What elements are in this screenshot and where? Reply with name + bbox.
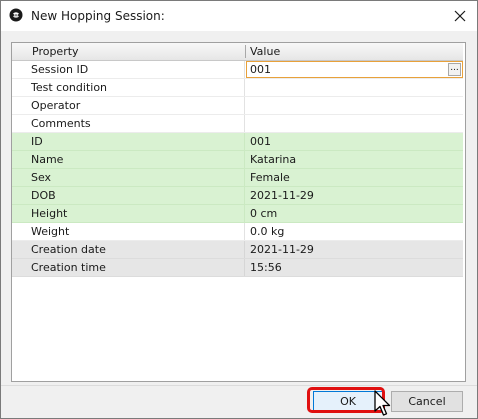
property-name-cell: Creation time bbox=[12, 259, 245, 276]
grid-row[interactable]: Name Katarina bbox=[12, 151, 463, 169]
cancel-button[interactable]: Cancel bbox=[391, 391, 463, 412]
property-value-text: 001 bbox=[250, 63, 271, 76]
property-name-cell: Test condition bbox=[12, 79, 245, 96]
property-name-cell: Height bbox=[12, 205, 245, 222]
property-name-cell: Weight bbox=[12, 223, 245, 240]
property-value-cell[interactable] bbox=[246, 97, 463, 114]
app-logo-icon bbox=[9, 8, 23, 22]
grid-row[interactable]: Session ID 001... bbox=[12, 61, 463, 79]
property-column-header[interactable]: Property bbox=[32, 45, 79, 58]
property-name-cell: DOB bbox=[12, 187, 245, 204]
property-value-cell[interactable] bbox=[246, 115, 463, 132]
ok-button[interactable]: OK bbox=[313, 391, 383, 412]
property-value-cell[interactable]: 0.0 kg bbox=[246, 223, 463, 240]
grid-rows: Session ID 001... Test condition Operator Co… bbox=[12, 61, 463, 277]
grid-row[interactable]: Comments bbox=[12, 115, 463, 133]
property-grid: Property Value Session ID 001... Test cond… bbox=[11, 42, 466, 382]
property-value-cell[interactable]: Katarina bbox=[246, 151, 463, 168]
session-id-input[interactable]: 001... bbox=[246, 61, 463, 78]
grid-header: Property Value bbox=[12, 43, 463, 61]
property-value-cell[interactable]: 0 cm bbox=[246, 205, 463, 222]
property-name-cell: Sex bbox=[12, 169, 245, 186]
property-value-cell[interactable]: Female bbox=[246, 169, 463, 186]
ellipsis-button[interactable]: ... bbox=[448, 63, 461, 76]
property-name-cell: ID bbox=[12, 133, 245, 150]
grid-row[interactable]: Test condition bbox=[12, 79, 463, 97]
value-column-header[interactable]: Value bbox=[250, 45, 280, 58]
grid-row[interactable]: ID 001 bbox=[12, 133, 463, 151]
property-name-cell: Creation date bbox=[12, 241, 245, 258]
grid-row[interactable]: Weight 0.0 kg bbox=[12, 223, 463, 241]
property-value-cell[interactable]: 15:56 bbox=[246, 259, 463, 276]
grid-row[interactable]: DOB 2021-11-29 bbox=[12, 187, 463, 205]
property-name-cell: Session ID bbox=[12, 61, 245, 78]
column-divider[interactable] bbox=[245, 45, 246, 58]
window-title: New Hopping Session: bbox=[31, 9, 165, 23]
property-value-cell[interactable] bbox=[246, 79, 463, 96]
title-bar: New Hopping Session: bbox=[1, 1, 477, 31]
close-icon[interactable] bbox=[449, 5, 471, 27]
grid-row[interactable]: Operator bbox=[12, 97, 463, 115]
property-value-cell[interactable]: 001 bbox=[246, 133, 463, 150]
property-name-cell: Name bbox=[12, 151, 245, 168]
grid-row[interactable]: Creation time 15:56 bbox=[12, 259, 463, 277]
property-name-cell: Comments bbox=[12, 115, 245, 132]
grid-row[interactable]: Height 0 cm bbox=[12, 205, 463, 223]
property-value-cell[interactable]: 2021-11-29 bbox=[246, 187, 463, 204]
dialog-window: New Hopping Session: Property Value Sess… bbox=[0, 0, 478, 419]
grid-row[interactable]: Sex Female bbox=[12, 169, 463, 187]
property-value-cell[interactable]: 2021-11-29 bbox=[246, 241, 463, 258]
property-name-cell: Operator bbox=[12, 97, 245, 114]
grid-row[interactable]: Creation date 2021-11-29 bbox=[12, 241, 463, 259]
footer-divider bbox=[1, 385, 477, 386]
